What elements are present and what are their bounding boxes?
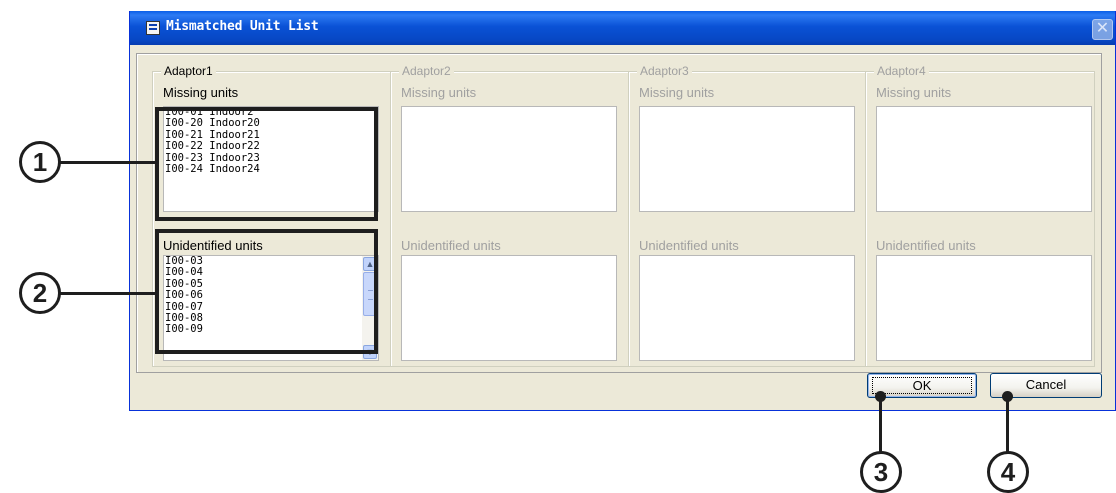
- adaptor3-label: Adaptor3: [637, 64, 692, 78]
- adaptor2-group: Adaptor2 Missing units Unidentified unit…: [390, 64, 629, 367]
- ok-button-label: OK: [872, 377, 972, 394]
- unidentified-units-highlight: [155, 229, 378, 354]
- adaptor3-group: Adaptor3 Missing units Unidentified unit…: [628, 64, 866, 367]
- adaptor2-missing-label: Missing units: [401, 85, 477, 100]
- adaptor1-label: Adaptor1: [161, 64, 216, 78]
- adaptor1-missing-label: Missing units: [163, 85, 239, 100]
- list-window-icon: [146, 21, 160, 35]
- adaptor4-label: Adaptor4: [874, 64, 929, 78]
- adaptor2-unidentified-label: Unidentified units: [401, 238, 501, 253]
- window-title: Mismatched Unit List: [166, 19, 319, 34]
- adaptor4-unidentified-list[interactable]: [876, 255, 1092, 361]
- adaptor4-unidentified-label: Unidentified units: [876, 238, 976, 253]
- callout-1-line: [60, 161, 156, 164]
- callout-2-line: [60, 292, 156, 295]
- adaptor4-group: Adaptor4 Missing units Unidentified unit…: [865, 64, 1095, 367]
- adaptor2-label: Adaptor2: [399, 64, 454, 78]
- callout-3-dot: [875, 391, 886, 402]
- missing-units-highlight: [155, 107, 378, 221]
- callout-2: 2: [19, 272, 61, 314]
- adaptor3-missing-list[interactable]: [639, 106, 855, 212]
- callout-3: 3: [860, 451, 902, 493]
- adaptor3-unidentified-label: Unidentified units: [639, 238, 739, 253]
- adaptor2-unidentified-list[interactable]: [401, 255, 617, 361]
- callout-1: 1: [19, 141, 61, 183]
- title-bar[interactable]: Mismatched Unit List ✕: [130, 11, 1115, 45]
- callout-4-dot: [1002, 391, 1013, 402]
- adaptor2-missing-list[interactable]: [401, 106, 617, 212]
- callout-3-line: [879, 397, 882, 455]
- callout-4: 4: [987, 451, 1029, 493]
- close-button[interactable]: ✕: [1092, 19, 1113, 40]
- adaptor3-missing-label: Missing units: [639, 85, 715, 100]
- adaptor4-missing-list[interactable]: [876, 106, 1092, 212]
- adaptor3-unidentified-list[interactable]: [639, 255, 855, 361]
- adaptor4-missing-label: Missing units: [876, 85, 952, 100]
- callout-4-line: [1006, 397, 1009, 455]
